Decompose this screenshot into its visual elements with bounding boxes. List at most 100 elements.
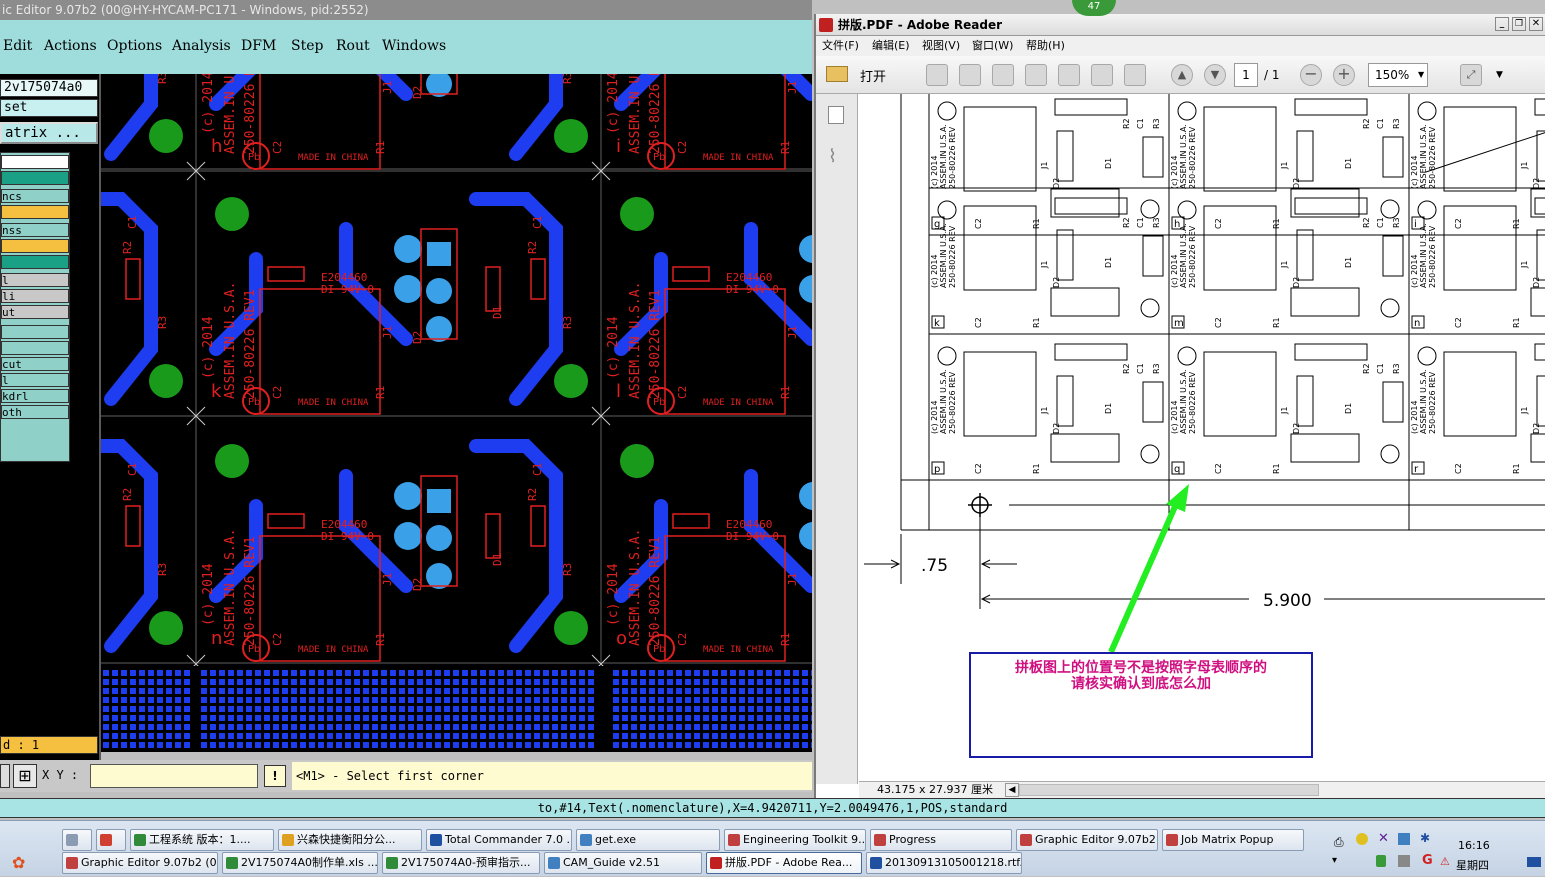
menu-edit[interactable]: Edit	[3, 38, 32, 54]
ar-menu-file[interactable]: 文件(F)	[822, 36, 859, 56]
rail-grid-cell	[390, 715, 396, 721]
save-icon[interactable]	[1058, 64, 1080, 86]
taskbar-button[interactable]: 拼版.PDF - Adobe Rea...	[706, 852, 862, 874]
taskbar-button[interactable]: 兴森快捷衡阳分公...	[278, 829, 422, 851]
menu-dfm[interactable]: DFM	[241, 38, 276, 54]
taskbar-button[interactable]: 2V175074A0制作单.xls ...	[222, 852, 378, 874]
create-pdf-icon[interactable]	[926, 64, 948, 86]
taskbar-button[interactable]: Graphic Editor 9.07b2 (0...	[62, 852, 218, 874]
pdf-icon	[819, 18, 833, 32]
show-desktop-icon[interactable]	[1527, 857, 1541, 867]
pages-panel-icon[interactable]	[828, 106, 844, 124]
layer-row[interactable]: li	[1, 289, 69, 303]
ar-menu-window[interactable]: 窗口(W)	[972, 36, 1013, 56]
taskbar-button[interactable]: get.exe	[576, 829, 720, 851]
taskbar-button[interactable]	[96, 829, 126, 851]
page-number-input[interactable]: 1	[1234, 63, 1258, 87]
start-icon[interactable]: ✿	[12, 853, 25, 872]
layer-row[interactable]	[1, 341, 69, 355]
folder-icon[interactable]	[826, 66, 848, 82]
taskbar-button[interactable]: 2V175074A0-预审指示...	[382, 852, 540, 874]
pcb-canvas[interactable]: E204460DI 94V-0MADE IN CHINA(c) 2014ASSE…	[101, 74, 812, 752]
clock-day[interactable]: 星期四	[1456, 857, 1489, 873]
ar-menu-view[interactable]: 视图(V)	[922, 36, 960, 56]
email-icon[interactable]	[1124, 64, 1146, 86]
bluetooth-icon[interactable]: ✱	[1420, 831, 1430, 845]
toolbar-more-icon[interactable]: ▼	[1496, 70, 1503, 80]
layer-row[interactable]	[1, 255, 69, 269]
menu-windows[interactable]: Windows	[382, 38, 446, 54]
clock-time[interactable]: 16:16	[1458, 839, 1490, 852]
open-label[interactable]: 打开	[860, 66, 886, 85]
tray-arrow-icon[interactable]: ⚠	[1440, 855, 1450, 868]
layer-row[interactable]: nss	[1, 223, 69, 237]
horizontal-scrollbar[interactable]	[1019, 784, 1319, 796]
layer-row[interactable]: ncs	[1, 189, 69, 203]
taskbar-button[interactable]: 20130913105001218.rtf...	[866, 852, 1022, 874]
layer-row[interactable]: oth	[1, 405, 69, 419]
tray-g-icon[interactable]: G	[1422, 853, 1433, 868]
step-name-field[interactable]: set	[0, 99, 98, 117]
attachment-icon[interactable]: ⌇	[828, 146, 837, 167]
taskbar-label: 2V175074A0制作单.xls ...	[241, 856, 378, 869]
pdf-document-view[interactable]: g (c) 2014 ASSEM.IN U.S.A. 250-80226 REV C1 C…	[859, 94, 1545, 781]
matrix-button[interactable]: atrix ...	[0, 122, 98, 144]
taskbar-button[interactable]: Job Matrix Popup	[1162, 829, 1304, 851]
zoom-in-icon[interactable]: +	[1333, 64, 1355, 86]
cmd-alert-icon[interactable]: !	[264, 765, 286, 787]
taskbar-button[interactable]: Progress	[870, 829, 1012, 851]
job-name-field[interactable]: 2v175074a0	[0, 79, 98, 97]
ar-menu-edit[interactable]: 编辑(E)	[872, 36, 910, 56]
upload-icon[interactable]	[1025, 64, 1047, 86]
tray-x-icon[interactable]: ✕	[1378, 831, 1389, 846]
tray-network-icon[interactable]	[1398, 833, 1410, 845]
layer-row[interactable]	[1, 155, 69, 169]
layer-row[interactable]: cut	[1, 357, 69, 371]
tray-device-icon[interactable]	[1398, 855, 1410, 867]
shield-icon[interactable]	[1376, 855, 1386, 867]
tray-app-icon[interactable]	[1356, 833, 1368, 845]
taskbar-button[interactable]	[62, 829, 92, 851]
layer-row[interactable]	[1, 171, 69, 185]
rail-grid-cell	[264, 679, 270, 685]
snap-grid-icon[interactable]: ⊞	[13, 764, 37, 788]
menu-analysis[interactable]: Analysis	[172, 38, 231, 54]
taskbar-button[interactable]: CAM_Guide v2.51	[544, 852, 702, 874]
taskbar-button[interactable]: Engineering Toolkit 9....	[724, 829, 866, 851]
ar-menu-help[interactable]: 帮助(H)	[1026, 36, 1065, 56]
layer-row[interactable]: ut	[1, 305, 69, 319]
export-pdf-icon[interactable]	[959, 64, 981, 86]
page-up-icon[interactable]: ▲	[1171, 64, 1193, 86]
scroll-left-icon[interactable]: ◀	[1005, 783, 1019, 797]
layer-row[interactable]	[1, 205, 69, 219]
annotation-box[interactable]: 拼板图上的位置号不是按照字母表顺序的 请核实确认到底怎么加	[969, 652, 1313, 758]
xy-input[interactable]	[90, 764, 258, 788]
minimize-icon[interactable]: _	[1495, 17, 1509, 31]
fullscreen-icon[interactable]: ⤢	[1460, 64, 1482, 86]
taskbar-button[interactable]: Graphic Editor 9.07b2...	[1016, 829, 1158, 851]
drawing-refdes: D2	[1532, 178, 1541, 189]
cmd-left-button[interactable]	[0, 764, 10, 788]
layer-row[interactable]: l	[1, 373, 69, 387]
menu-rout[interactable]: Rout	[336, 38, 370, 54]
layer-row[interactable]	[1, 325, 69, 339]
page-down-icon[interactable]: ▼	[1204, 64, 1226, 86]
menu-step[interactable]: Step	[291, 38, 323, 54]
chevron-down-icon[interactable]: ▼	[1418, 70, 1424, 79]
layer-row[interactable]: kdrl	[1, 389, 69, 403]
zoom-out-icon[interactable]: −	[1300, 64, 1322, 86]
restore-icon[interactable]: ❐	[1512, 17, 1526, 31]
layer-row[interactable]	[1, 239, 69, 253]
rail-grid-cell	[561, 724, 567, 730]
taskbar-button[interactable]: Total Commander 7.0 ...	[426, 829, 572, 851]
tray-expand-icon[interactable]: ▾	[1332, 855, 1337, 866]
menu-actions[interactable]: Actions	[44, 38, 97, 54]
taskbar-button[interactable]: 工程系统 版本：1....	[130, 829, 274, 851]
print-icon[interactable]	[1091, 64, 1113, 86]
tray-printer-icon[interactable]: ⎙	[1334, 835, 1344, 850]
edit-icon[interactable]	[992, 64, 1014, 86]
layer-row[interactable]: l	[1, 273, 69, 287]
close-icon[interactable]: ✕	[1529, 17, 1543, 31]
rail-grid-cell	[658, 733, 664, 739]
menu-options[interactable]: Options	[107, 38, 162, 54]
